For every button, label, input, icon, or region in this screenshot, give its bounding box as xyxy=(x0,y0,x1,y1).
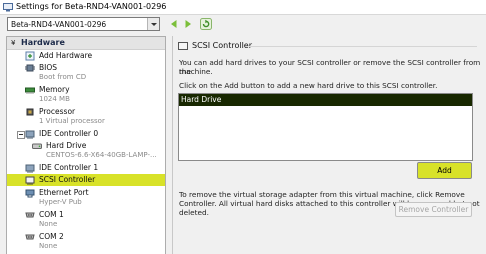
sidebar-item-add-hardware[interactable]: Add Hardware xyxy=(7,50,165,62)
sidebar-item-scsi-controller[interactable]: SCSI Controller xyxy=(7,174,165,186)
network-adapter-icon xyxy=(25,189,35,198)
hardware-section-label: Hardware xyxy=(21,38,65,47)
vm-select-dropdown[interactable]: Beta-RND4-VAN001-0296 xyxy=(7,17,160,31)
hard-drive-type-list[interactable]: Hard Drive xyxy=(178,93,473,161)
bios-chip-icon xyxy=(25,64,35,72)
scsi-controller-icon xyxy=(25,176,35,185)
sidebar-item-ethernet-port[interactable]: Ethernet Port Hyper-V Pub xyxy=(7,187,165,207)
hardware-section-header[interactable]: ¥ Hardware xyxy=(7,37,165,50)
settings-app-icon xyxy=(3,3,13,12)
com-port-icon xyxy=(25,234,35,240)
sidebar-item-label: IDE Controller 1 xyxy=(39,163,99,172)
panel-intro-line-1: You can add hard drives to your SCSI con… xyxy=(179,58,481,76)
add-instruction-text: Click on the Add button to add a new har… xyxy=(179,81,438,90)
sidebar-item-memory[interactable]: Memory 1024 MB xyxy=(7,84,165,104)
remove-text-line-3: deleted. xyxy=(179,208,209,217)
add-hardware-icon xyxy=(25,51,35,61)
sidebar-item-detail: 1 Virtual processor xyxy=(39,117,105,125)
sidebar-item-label: IDE Controller 0 xyxy=(39,129,99,138)
sidebar-item-detail: Boot from CD xyxy=(39,73,87,81)
sidebar-item-detail: None xyxy=(39,220,58,228)
ide-controller-icon xyxy=(25,164,35,173)
forward-arrow-icon[interactable] xyxy=(182,18,194,30)
title-divider xyxy=(249,46,477,47)
hardware-sidebar: ¥ Hardware Add Hardware BIOS Boot from C… xyxy=(6,36,166,254)
sidebar-item-label: SCSI Controller xyxy=(39,175,96,184)
sidebar-item-ide-controller-0[interactable]: IDE Controller 0 xyxy=(7,128,165,140)
refresh-icon[interactable] xyxy=(200,18,212,30)
com-port-icon xyxy=(25,212,35,218)
sidebar-item-com-1[interactable]: COM 1 None xyxy=(7,209,165,229)
vm-select-value: Beta-RND4-VAN001-0296 xyxy=(11,20,107,29)
panel-intro-line-2: machine. xyxy=(179,67,213,76)
collapse-toggle-icon[interactable] xyxy=(17,131,25,139)
sidebar-item-label: Add Hardware xyxy=(39,51,93,60)
back-arrow-icon[interactable] xyxy=(168,18,180,30)
sidebar-item-detail: CENTOS-6.6-X64-40GB-LAMP-... xyxy=(46,151,157,159)
remove-controller-button[interactable]: Remove Controller xyxy=(395,202,472,217)
window-title: Settings for Beta-RND4-VAN001-0296 xyxy=(16,2,167,11)
remove-text-line-1: To remove the virtual storage adapter fr… xyxy=(179,190,465,199)
ide-controller-icon xyxy=(25,130,35,139)
sidebar-item-ide-controller-1[interactable]: IDE Controller 1 xyxy=(7,162,165,174)
list-item[interactable]: Hard Drive xyxy=(179,94,472,106)
hard-drive-icon xyxy=(32,143,42,149)
sidebar-item-detail: Hyper-V Pub xyxy=(39,198,82,206)
vm-toolbar: Beta-RND4-VAN001-0296 xyxy=(0,15,486,34)
scsi-controller-panel: SCSI Controller You can add hard drives … xyxy=(172,36,486,254)
title-bar: Settings for Beta-RND4-VAN001-0296 xyxy=(0,0,486,15)
sidebar-item-processor[interactable]: Processor 1 Virtual processor xyxy=(7,106,165,126)
sidebar-item-bios[interactable]: BIOS Boot from CD xyxy=(7,62,165,82)
settings-window: Settings for Beta-RND4-VAN001-0296 Beta-… xyxy=(0,0,486,254)
add-button[interactable]: Add xyxy=(417,162,472,179)
sidebar-item-com-2[interactable]: COM 2 None xyxy=(7,231,165,251)
processor-icon xyxy=(26,108,34,116)
sidebar-item-detail: None xyxy=(39,242,58,250)
chevron-down-icon[interactable] xyxy=(147,18,159,30)
sidebar-item-hard-drive[interactable]: Hard Drive CENTOS-6.6-X64-40GB-LAMP-... xyxy=(7,140,165,160)
sidebar-item-detail: 1024 MB xyxy=(39,95,70,103)
panel-title: SCSI Controller xyxy=(192,41,252,50)
memory-icon xyxy=(25,87,35,94)
scsi-controller-icon xyxy=(178,42,188,50)
list-item-label: Hard Drive xyxy=(181,95,222,104)
collapse-chevron-icon[interactable]: ¥ xyxy=(11,39,15,47)
